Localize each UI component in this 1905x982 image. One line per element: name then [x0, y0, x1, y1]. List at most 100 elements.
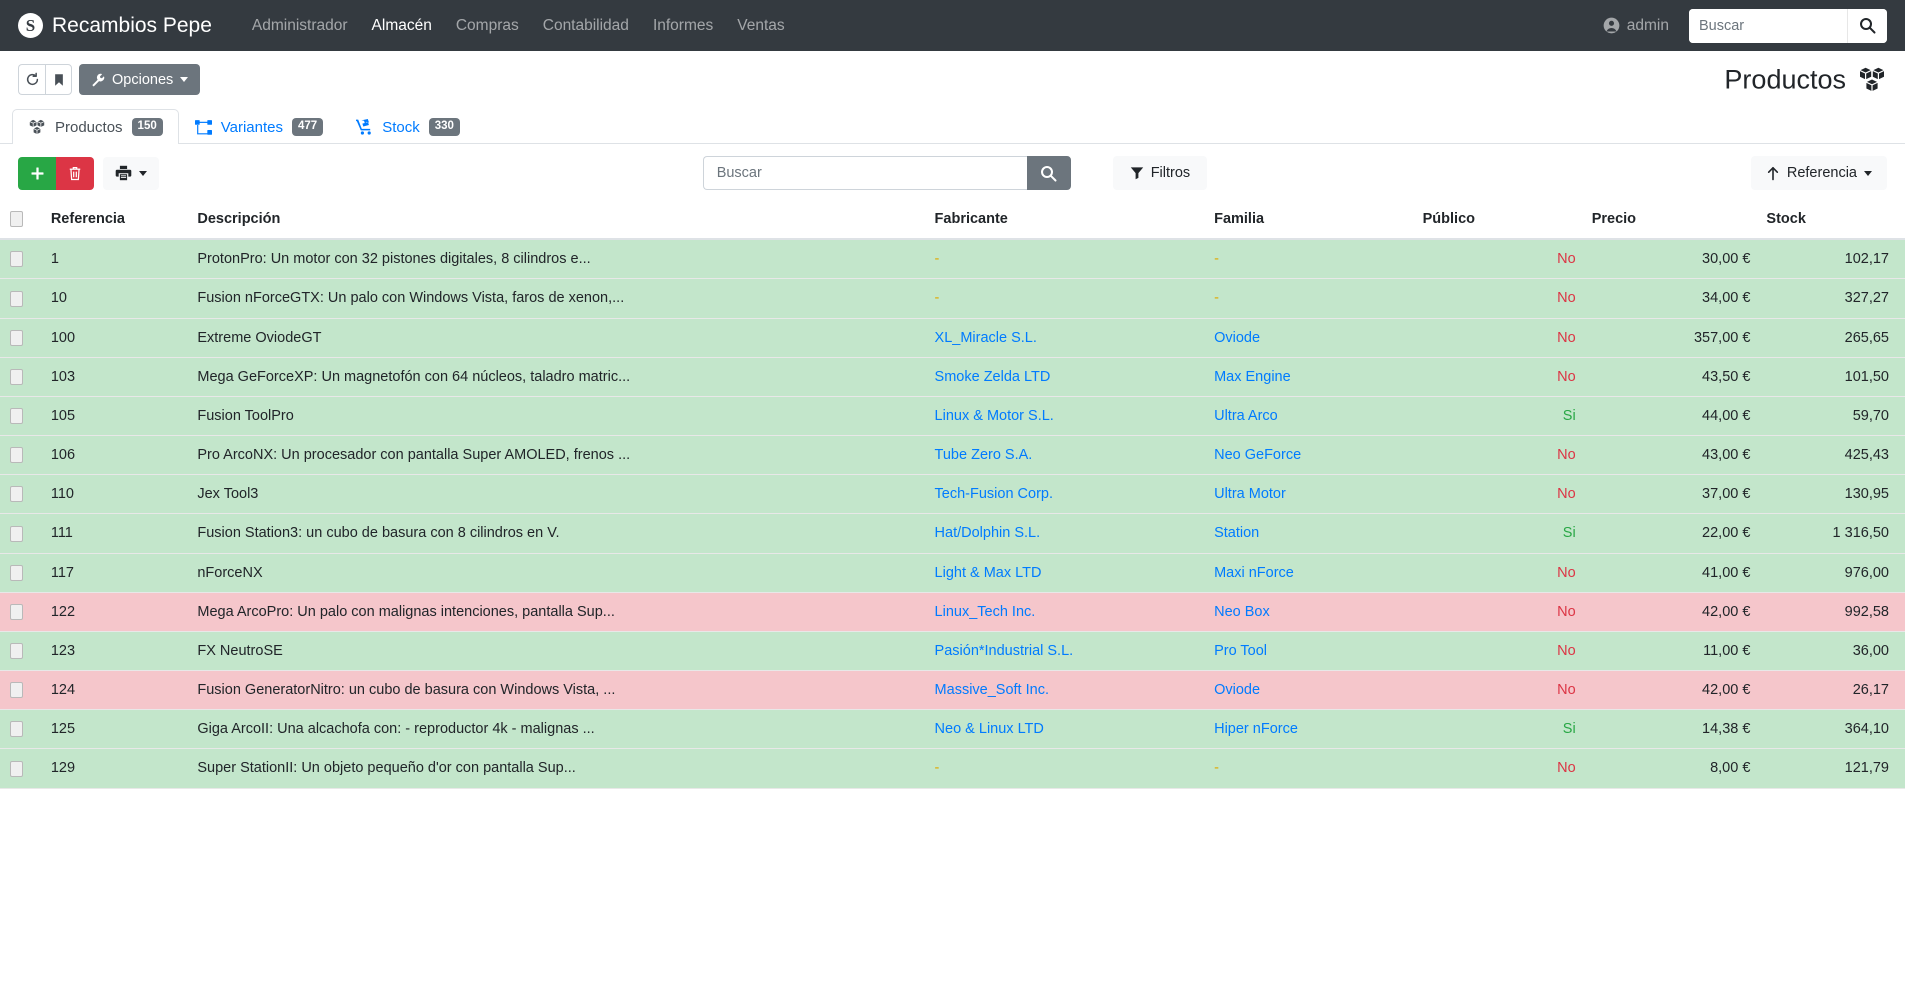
fabricante-empty: -: [934, 290, 940, 307]
table-row[interactable]: 1 ProtonPro: Un motor con 32 pistones dig…: [0, 239, 1905, 280]
familia-link[interactable]: Hiper nForce: [1214, 721, 1298, 737]
cell-precio: 30,00 €: [1583, 239, 1759, 280]
tab-variantes[interactable]: Variantes 477: [179, 109, 339, 144]
header-fabricante[interactable]: Fabricante: [926, 202, 1207, 241]
fabricante-link[interactable]: Linux_Tech Inc.: [935, 604, 1036, 620]
table-row[interactable]: 129 Super StationII: Un objeto pequeño d'…: [0, 748, 1905, 789]
row-checkbox[interactable]: [10, 525, 23, 542]
table-row[interactable]: 106 Pro ArcoNX: Un procesador con pantall…: [0, 435, 1905, 476]
table-search-input[interactable]: [702, 156, 1027, 190]
bookmark-icon: [52, 73, 66, 87]
fabricante-link[interactable]: Hat/Dolphin S.L.: [935, 525, 1041, 541]
fabricante-link[interactable]: Tube Zero S.A.: [935, 447, 1033, 463]
fabricante-empty: -: [934, 251, 940, 268]
row-select-cell: [0, 631, 43, 672]
familia-link[interactable]: Oviode: [1214, 682, 1260, 698]
fabricante-link[interactable]: Massive_Soft Inc.: [935, 682, 1049, 698]
row-checkbox[interactable]: [10, 682, 23, 699]
header-referencia[interactable]: Referencia: [42, 202, 190, 241]
publico-value: No: [1557, 603, 1576, 620]
user-menu[interactable]: admin: [1595, 11, 1677, 41]
fabricante-link[interactable]: XL_Miracle S.L.: [935, 330, 1037, 346]
nav-item-almacen[interactable]: Almacén: [360, 9, 444, 43]
tab-productos[interactable]: Productos 150: [12, 109, 179, 144]
nav-item-ventas[interactable]: Ventas: [725, 9, 796, 43]
options-button[interactable]: Opciones: [79, 64, 201, 95]
familia-link[interactable]: Maxi nForce: [1214, 565, 1294, 581]
row-checkbox[interactable]: [10, 329, 23, 346]
row-checkbox[interactable]: [10, 603, 23, 620]
boxes-icon: [28, 119, 46, 135]
table-search-button[interactable]: [1026, 156, 1071, 190]
publico-value: No: [1557, 760, 1576, 777]
familia-empty: -: [1214, 760, 1219, 777]
row-checkbox[interactable]: [10, 643, 23, 660]
tab-stock[interactable]: Stock 330: [339, 109, 476, 144]
nav-item-compras[interactable]: Compras: [444, 9, 531, 43]
header-precio[interactable]: Precio: [1583, 202, 1759, 241]
fabricante-link[interactable]: Linux & Motor S.L.: [935, 408, 1054, 424]
table-row[interactable]: 117 nForceNX Light & Max LTD Maxi nForce No 4…: [0, 553, 1905, 593]
table-row[interactable]: 122 Mega ArcoPro: Un palo con malignas in…: [0, 592, 1905, 632]
tab-productos-label: Productos: [55, 118, 123, 136]
familia-link[interactable]: Max Engine: [1214, 369, 1291, 385]
row-checkbox[interactable]: [10, 251, 23, 268]
brand[interactable]: S Recambios Pepe: [18, 13, 212, 38]
sort-button[interactable]: Referencia: [1750, 156, 1887, 190]
header-descripcion[interactable]: Descripción: [189, 202, 927, 241]
table-row[interactable]: 10 Fusion nForceGTX: Un palo con Windows …: [0, 278, 1905, 319]
bookmark-button[interactable]: [45, 64, 72, 95]
row-checkbox[interactable]: [10, 760, 23, 777]
print-button[interactable]: [103, 156, 159, 190]
cell-precio: 42,00 €: [1583, 670, 1759, 711]
familia-link[interactable]: Pro Tool: [1214, 643, 1267, 659]
header-stock[interactable]: Stock: [1758, 202, 1905, 241]
row-checkbox[interactable]: [10, 368, 23, 385]
table-row[interactable]: 105 Fusion ToolPro Linux & Motor S.L. Ultra…: [0, 396, 1905, 437]
table-row[interactable]: 123 FX NeutroSE Pasión*Industrial S.L. Pro …: [0, 631, 1905, 672]
table-row[interactable]: 103 Mega GeForceXP: Un magnetofón con 64 …: [0, 357, 1905, 397]
familia-link[interactable]: Station: [1214, 525, 1259, 541]
user-circle-icon: [1603, 17, 1620, 34]
row-checkbox[interactable]: [10, 564, 23, 581]
navbar-search-input[interactable]: [1689, 8, 1847, 43]
table-row[interactable]: 100 Extreme OviodeGT XL_Miracle S.L. Oviode…: [0, 318, 1905, 358]
familia-link[interactable]: Oviode: [1214, 330, 1260, 346]
filters-button[interactable]: Filtros: [1112, 156, 1208, 190]
delete-button[interactable]: [56, 156, 94, 190]
cell-stock: 992,58: [1758, 592, 1905, 632]
header-familia[interactable]: Familia: [1206, 202, 1415, 241]
nav-item-informes[interactable]: Informes: [641, 9, 725, 43]
table-row[interactable]: 124 Fusion GeneratorNitro: un cubo de bas…: [0, 670, 1905, 711]
row-checkbox[interactable]: [10, 290, 23, 307]
fabricante-link[interactable]: Light & Max LTD: [935, 565, 1042, 581]
familia-link[interactable]: Neo Box: [1214, 604, 1270, 620]
row-checkbox[interactable]: [10, 721, 23, 738]
familia-link[interactable]: Ultra Arco: [1214, 408, 1278, 424]
nav-item-administrador[interactable]: Administrador: [240, 9, 360, 43]
table-row[interactable]: 125 Giga ArcoII: Una alcachofa con: - rep…: [0, 709, 1905, 750]
fabricante-link[interactable]: Neo & Linux LTD: [935, 721, 1044, 737]
row-checkbox[interactable]: [10, 486, 23, 503]
crud-button-group: [18, 156, 94, 190]
select-all-checkbox[interactable]: [10, 211, 23, 228]
table-row[interactable]: 110 Jex Tool3 Tech-Fusion Corp. Ultra Motor…: [0, 474, 1905, 515]
row-checkbox[interactable]: [10, 447, 23, 464]
nav-item-contabilidad[interactable]: Contabilidad: [531, 9, 641, 43]
cell-precio: 22,00 €: [1583, 513, 1759, 554]
table-row[interactable]: 111 Fusion Station3: un cubo de basura co…: [0, 513, 1905, 554]
familia-link[interactable]: Ultra Motor: [1214, 486, 1286, 502]
reload-button[interactable]: [18, 64, 45, 95]
cell-referencia: 125: [42, 709, 190, 750]
add-button[interactable]: [18, 156, 56, 190]
familia-link[interactable]: Neo GeForce: [1214, 447, 1301, 463]
fabricante-link[interactable]: Tech-Fusion Corp.: [935, 486, 1053, 502]
chevron-down-icon: [180, 77, 189, 82]
navbar-search-button[interactable]: [1847, 8, 1887, 43]
fabricante-link[interactable]: Smoke Zelda LTD: [935, 369, 1051, 385]
row-checkbox[interactable]: [10, 408, 23, 425]
fabricante-link[interactable]: Pasión*Industrial S.L.: [935, 643, 1074, 659]
header-publico[interactable]: Público: [1414, 202, 1584, 241]
cell-fabricante: Massive_Soft Inc.: [926, 670, 1207, 711]
table-search: [702, 156, 1071, 190]
